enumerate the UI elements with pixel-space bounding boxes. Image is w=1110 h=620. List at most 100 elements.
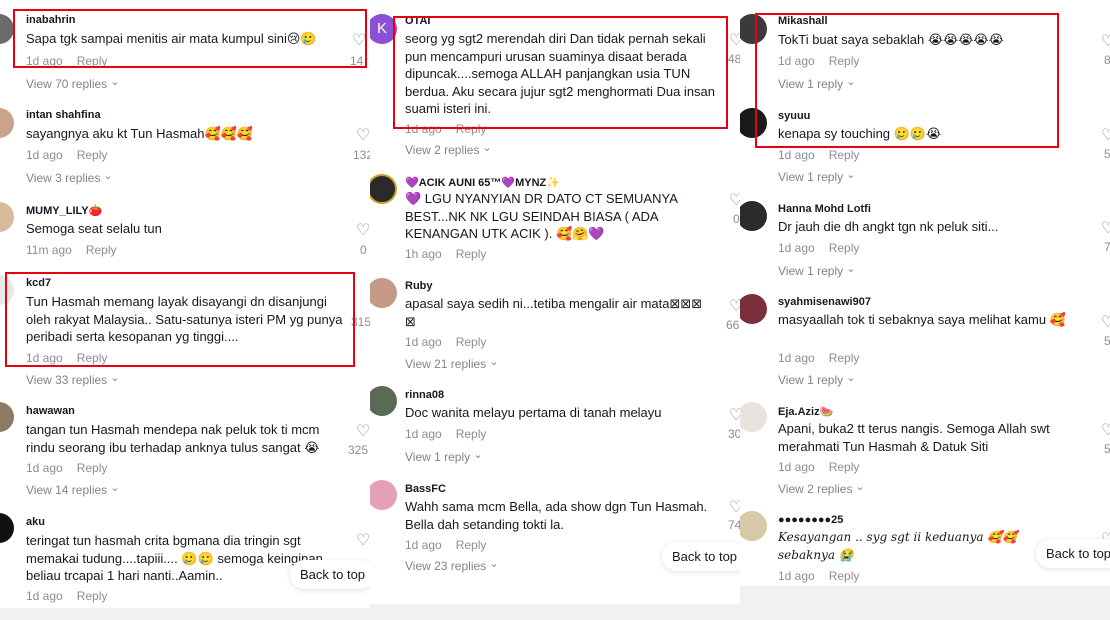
view-replies-button[interactable]: View 23 replies (405, 559, 498, 573)
reply-button[interactable]: Reply (77, 589, 108, 603)
comment-text: Semoga seat selalu tun (26, 221, 162, 236)
heart-outline-icon[interactable]: ♡ (729, 299, 740, 315)
reply-button[interactable]: Reply (829, 460, 860, 474)
back-to-top-button[interactable]: Back to top (290, 560, 370, 589)
view-replies-button[interactable]: View 2 replies (778, 482, 865, 496)
heart-outline-icon[interactable]: ♡ (729, 408, 740, 424)
comment-time: 1d ago (26, 589, 63, 603)
comment-username[interactable]: hawawan (26, 405, 75, 417)
view-replies-button[interactable]: View 1 reply (778, 170, 855, 184)
comment-time: 11m ago (26, 243, 72, 257)
avatar[interactable] (0, 202, 14, 232)
heart-outline-icon[interactable]: ♡ (729, 500, 740, 516)
avatar[interactable] (740, 511, 767, 541)
comment-username[interactable]: 💜ACIK AUNI 65™💜MYNZ✨ (405, 176, 560, 189)
heart-outline-icon[interactable]: ♡ (356, 533, 370, 549)
comment-meta: 1d ago Reply (778, 241, 859, 255)
comment-meta: 1d ago Reply (778, 148, 859, 162)
comment-username[interactable]: ●●●●●●●●25 (778, 514, 843, 526)
view-replies-button[interactable]: View 21 replies (405, 357, 498, 371)
comment-username[interactable]: BassFC (405, 483, 446, 495)
comment-meta: 1d ago Reply (778, 351, 859, 365)
comment-username[interactable]: intan shahfina (26, 109, 101, 121)
view-replies-button[interactable]: View 70 replies (26, 77, 119, 91)
avatar[interactable] (0, 513, 14, 543)
comment-column-1: inabahrin Sapa tgk sampai menitis air ma… (0, 0, 370, 620)
reply-button[interactable]: Reply (77, 148, 108, 162)
back-to-top-button[interactable]: Back to top (1036, 539, 1110, 568)
heart-outline-icon[interactable]: ♡ (1101, 128, 1110, 144)
avatar[interactable] (740, 201, 767, 231)
reply-button[interactable]: Reply (456, 247, 487, 261)
reply-button[interactable]: Reply (829, 148, 860, 162)
comment-username[interactable]: aku (26, 516, 45, 528)
comment-time: 1d ago (405, 335, 442, 349)
avatar[interactable] (370, 174, 397, 204)
like-count: 325 (348, 443, 369, 457)
reply-button[interactable]: Reply (86, 243, 117, 257)
view-replies-button[interactable]: View 1 reply (405, 450, 482, 464)
comment-username[interactable]: MUMY_LILY🍅 (26, 204, 102, 217)
heart-outline-icon[interactable]: ♡ (1101, 423, 1110, 439)
divider (740, 586, 1110, 620)
divider (0, 608, 370, 620)
comment-meta: 1d ago Reply (26, 461, 107, 475)
comment-text: apasal saya sedih ni...tetiba mengalir a… (405, 296, 703, 329)
comment-username[interactable]: rinna08 (405, 389, 444, 401)
comment-column-3: Mikashall TokTi buat saya sebaklah 😭😭😭😭😭… (740, 0, 1110, 620)
comment-column-2: K OTAI seorg yg sgt2 merendah diri Dan t… (370, 0, 740, 620)
heart-outline-icon[interactable]: ♡ (1101, 34, 1110, 50)
view-replies-button[interactable]: View 2 replies (405, 143, 492, 157)
highlight-box (393, 16, 728, 129)
reply-button[interactable]: Reply (829, 351, 860, 365)
view-replies-button[interactable]: View 1 reply (778, 264, 855, 278)
comment-username[interactable]: Hanna Mohd Lotfi (778, 203, 871, 215)
reply-button[interactable]: Reply (456, 538, 487, 552)
heart-outline-icon[interactable]: ♡ (729, 193, 740, 209)
comment-text: 💜 LGU NYANYIAN DR DATO CT SEMUANYA BEST.… (405, 191, 678, 241)
avatar[interactable] (0, 108, 14, 138)
comment-text: Apani, buka2 tt terus nangis. Semoga All… (778, 421, 1050, 454)
comment-text: Dr jauh die dh angkt tgn nk peluk siti..… (778, 219, 999, 234)
reply-button[interactable]: Reply (829, 569, 860, 583)
reply-button[interactable]: Reply (77, 461, 108, 475)
back-to-top-button[interactable]: Back to top (662, 542, 740, 571)
comment-username[interactable]: Eja.Aziz🍉 (778, 405, 833, 418)
comment-text: sayangnya aku kt Tun Hasmah🥰🥰🥰 (26, 126, 254, 141)
like-count: 5 (1104, 334, 1110, 348)
like-count: 0 (360, 243, 367, 257)
comment-username[interactable]: Ruby (405, 280, 433, 292)
comment-username[interactable]: syahmisenawi907 (778, 296, 871, 308)
view-replies-button[interactable]: View 14 replies (26, 483, 119, 497)
reply-button[interactable]: Reply (829, 241, 860, 255)
comment-meta: 1d ago Reply (26, 589, 107, 603)
heart-outline-icon[interactable]: ♡ (729, 33, 740, 49)
comment-meta: 1d ago Reply (26, 148, 107, 162)
avatar[interactable] (0, 14, 14, 44)
comment-time: 1d ago (26, 461, 63, 475)
avatar[interactable] (740, 294, 767, 324)
avatar[interactable] (370, 386, 397, 416)
avatar[interactable] (740, 402, 767, 432)
heart-outline-icon[interactable]: ♡ (356, 424, 370, 440)
view-replies-button[interactable]: View 33 replies (26, 373, 119, 387)
comment-time: 1d ago (778, 241, 815, 255)
heart-outline-icon[interactable]: ♡ (356, 128, 370, 144)
heart-outline-icon[interactable]: ♡ (1101, 221, 1110, 237)
view-replies-button[interactable]: View 3 replies (26, 171, 113, 185)
heart-outline-icon[interactable]: ♡ (356, 223, 370, 239)
comment-time: 1d ago (778, 148, 815, 162)
comment-meta: 1h ago Reply (405, 247, 486, 261)
avatar[interactable] (370, 278, 397, 308)
heart-outline-icon[interactable]: ♡ (1101, 315, 1110, 331)
comment-text: Kesayangan .. syg sgt ii keduanya 🥰🥰 seb… (778, 530, 1018, 562)
like-count: 5 (1104, 442, 1110, 456)
reply-button[interactable]: Reply (456, 427, 487, 441)
comment-text: Wahh sama mcm Bella, ada show dgn Tun Ha… (405, 499, 708, 532)
avatar[interactable] (0, 402, 14, 432)
view-replies-button[interactable]: View 1 reply (778, 373, 855, 387)
like-count: 5 (1104, 147, 1110, 161)
reply-button[interactable]: Reply (456, 335, 487, 349)
highlight-box (5, 272, 355, 367)
avatar[interactable] (370, 480, 397, 510)
